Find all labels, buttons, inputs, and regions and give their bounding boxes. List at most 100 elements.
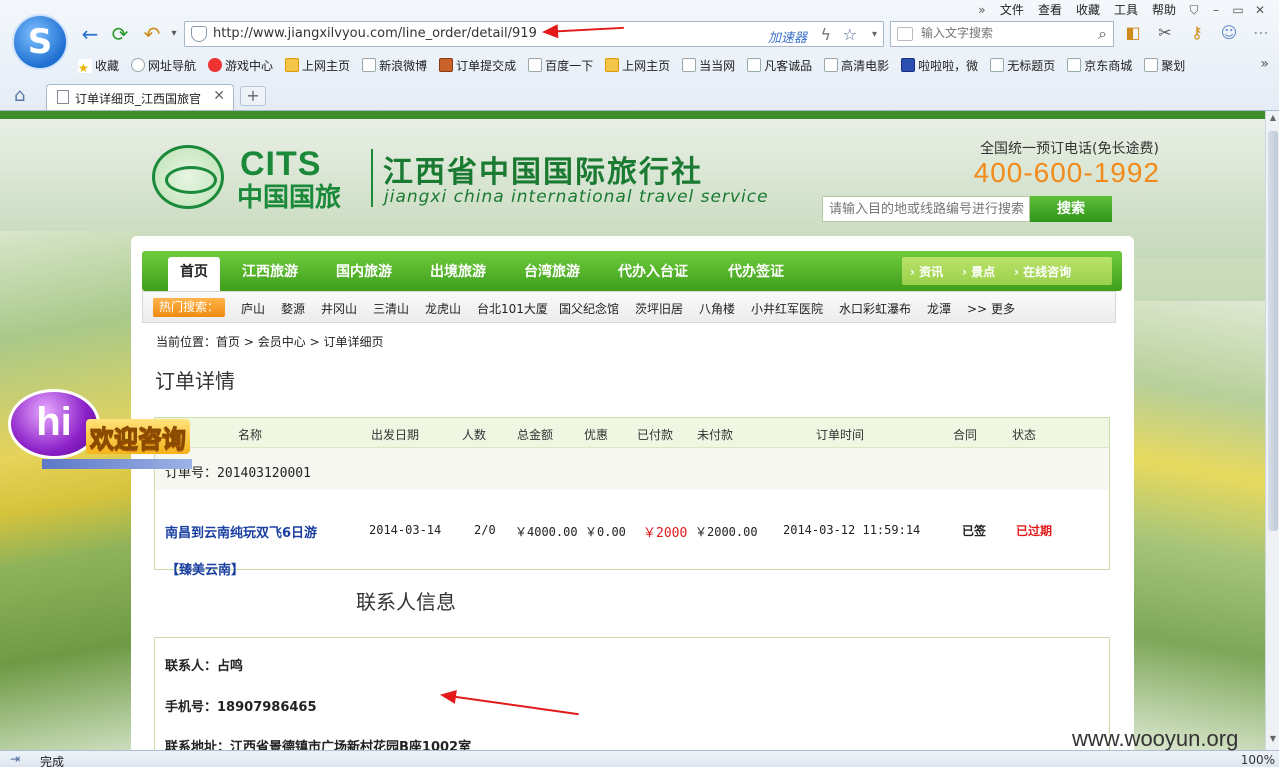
site-search-button[interactable]: 搜索	[1030, 196, 1112, 222]
undo-icon[interactable]: ↶	[140, 22, 164, 46]
zoom-level[interactable]: 100%	[1241, 753, 1275, 767]
site-search-input[interactable]	[823, 197, 1029, 221]
hot-item[interactable]: 婺源	[281, 300, 305, 317]
bookmark-item[interactable]: 新浪微博	[362, 57, 435, 75]
cell-time: 2014-03-12 11:59:14	[783, 523, 921, 537]
bookmark-item[interactable]: ★ 收藏	[78, 57, 127, 75]
menu-view[interactable]: 查看	[1031, 2, 1069, 18]
hot-more[interactable]: >> 更多	[967, 300, 1015, 317]
more-circle-icon[interactable]: ⋯	[1250, 22, 1272, 44]
hot-item[interactable]: 八角楼	[699, 300, 735, 317]
bookmark-item[interactable]: 聚划	[1144, 57, 1193, 75]
new-tab-button[interactable]: +	[240, 86, 266, 106]
contact-heading: 联系人信息	[356, 590, 456, 614]
bookmark-item[interactable]: 上网主页	[285, 57, 358, 75]
scissors-icon[interactable]: ✂	[1154, 22, 1176, 44]
site-title: 江西省中国国际旅行社	[383, 155, 703, 190]
hot-item[interactable]: 小井红军医院	[751, 300, 823, 317]
hot-item[interactable]: 庐山	[241, 300, 265, 317]
menu-tools[interactable]: 工具	[1107, 2, 1145, 18]
nav-visa[interactable]: 代办签证	[728, 261, 784, 281]
cits-logo-icon[interactable]	[152, 145, 224, 209]
browser-search-input[interactable]	[921, 26, 1081, 40]
bookmark-item[interactable]: 凡客诚品	[747, 57, 820, 75]
nav-taiwan[interactable]: 台湾旅游	[524, 261, 580, 281]
col-paid: 已付款	[637, 428, 674, 442]
nav-outbound[interactable]: 出境旅游	[430, 261, 486, 281]
menu-favorites[interactable]: 收藏	[1069, 2, 1107, 18]
menu-bar: » 文件 查看 收藏 工具 帮助 ⛉ – ▭ ✕	[971, 2, 1271, 18]
menu-more-icon[interactable]: »	[971, 2, 993, 18]
search-engine-icon[interactable]	[897, 27, 913, 41]
scroll-up-icon[interactable]: ▲	[1266, 113, 1279, 127]
site-search-box[interactable]	[822, 196, 1030, 222]
nav-taiwan-permit[interactable]: 代办入台证	[618, 261, 688, 281]
bookmark-item[interactable]: 啦啦啦，微	[901, 57, 986, 75]
scroll-down-icon[interactable]: ▼	[1266, 734, 1279, 748]
reading-icon[interactable]: ◧	[1122, 22, 1144, 44]
tour-tag[interactable]: 【臻美云南】	[166, 559, 244, 578]
quick-sights[interactable]: › 景点	[962, 263, 995, 280]
vertical-scrollbar[interactable]: ▲ ▼	[1265, 111, 1279, 750]
lightning-icon[interactable]: ϟ	[820, 25, 831, 44]
menu-file[interactable]: 文件	[993, 2, 1031, 18]
bookmark-item[interactable]: 订单提交成	[439, 57, 524, 75]
hotline-number: 400-600-1992	[973, 157, 1160, 188]
address-url[interactable]: http://www.jiangxilvyou.com/line_order/d…	[213, 26, 537, 41]
nav-home[interactable]: 首页	[168, 257, 220, 291]
quick-news[interactable]: › 资讯	[910, 263, 943, 280]
search-icon[interactable]: ⌕	[1098, 24, 1107, 44]
bookmark-item[interactable]: 百度一下	[528, 57, 601, 75]
star-icon[interactable]: ☆	[843, 25, 857, 44]
tour-name-link[interactable]: 南昌到云南纯玩双飞6日游	[165, 522, 317, 541]
bookmark-item[interactable]: 京东商城	[1067, 57, 1140, 75]
bookmark-more-icon[interactable]: »	[1260, 56, 1269, 72]
tab-order-detail[interactable]: 订单详细页_江西国旅官 ✕	[46, 84, 234, 110]
sidebar-toggle-icon[interactable]: ⇥	[10, 752, 20, 766]
cell-people: 2/0	[474, 523, 496, 537]
hot-item[interactable]: 国父纪念馆	[559, 300, 619, 317]
address-bar[interactable]: http://www.jiangxilvyou.com/line_order/d…	[184, 21, 884, 47]
back-icon[interactable]: ←	[78, 22, 102, 46]
breadcrumb: 当前位置：首页 > 会员中心 > 订单详细页	[156, 333, 383, 350]
scroll-thumb[interactable]	[1268, 131, 1278, 531]
bookmark-item[interactable]: 网址导航	[131, 57, 204, 75]
hao-icon	[605, 58, 620, 72]
online-consult-badge[interactable]: hi 欢迎咨询	[8, 389, 198, 469]
emoji-icon[interactable]: ☺	[1218, 22, 1240, 44]
undo-dropdown-icon[interactable]: ▾	[162, 22, 186, 46]
bookmark-item[interactable]: 无标题页	[990, 57, 1063, 75]
tab-bar: ⌂ 订单详细页_江西国旅官 ✕ +	[0, 82, 1279, 110]
browser-logo-icon[interactable]: S	[12, 14, 68, 70]
close-tab-icon[interactable]: ✕	[213, 88, 225, 104]
skin-icon[interactable]: ⛉	[1183, 2, 1205, 18]
nav-domestic[interactable]: 国内旅游	[336, 261, 392, 281]
minimize-icon[interactable]: –	[1205, 2, 1227, 18]
bookmark-item[interactable]: 当当网	[682, 57, 743, 75]
quick-consult[interactable]: › 在线咨询	[1014, 263, 1071, 280]
key-icon[interactable]: ⚷	[1186, 22, 1208, 44]
accelerator-label[interactable]: 加速器	[768, 27, 807, 46]
bookmark-item[interactable]: 游戏中心	[208, 57, 281, 75]
menu-help[interactable]: 帮助	[1145, 2, 1183, 18]
hot-item[interactable]: 水口彩虹瀑布	[839, 300, 911, 317]
hot-item[interactable]: 三清山	[373, 300, 409, 317]
browser-search-box[interactable]: ⌕	[890, 21, 1114, 47]
maximize-icon[interactable]: ▭	[1227, 2, 1249, 18]
address-dropdown-icon[interactable]: ▾	[872, 29, 877, 40]
bookmark-item[interactable]: 上网主页	[605, 57, 678, 75]
hot-item[interactable]: 龙虎山	[425, 300, 461, 317]
page-icon	[1144, 58, 1159, 72]
hot-item[interactable]: 井冈山	[321, 300, 357, 317]
breadcrumb-member[interactable]: 会员中心	[258, 335, 306, 349]
bookmark-item[interactable]: 高清电影	[824, 57, 897, 75]
close-window-icon[interactable]: ✕	[1249, 2, 1271, 18]
hot-item[interactable]: 茨坪旧居	[635, 300, 683, 317]
refresh-icon[interactable]: ⟳	[108, 22, 132, 46]
hotline-label: 全国统一预订电话(免长途费)	[980, 141, 1159, 157]
home-icon[interactable]: ⌂	[14, 85, 25, 106]
hot-item[interactable]: 台北101大厦	[477, 300, 548, 317]
hot-item[interactable]: 龙潭	[927, 300, 951, 317]
nav-jiangxi[interactable]: 江西旅游	[242, 261, 298, 281]
breadcrumb-home[interactable]: 首页	[216, 335, 240, 349]
